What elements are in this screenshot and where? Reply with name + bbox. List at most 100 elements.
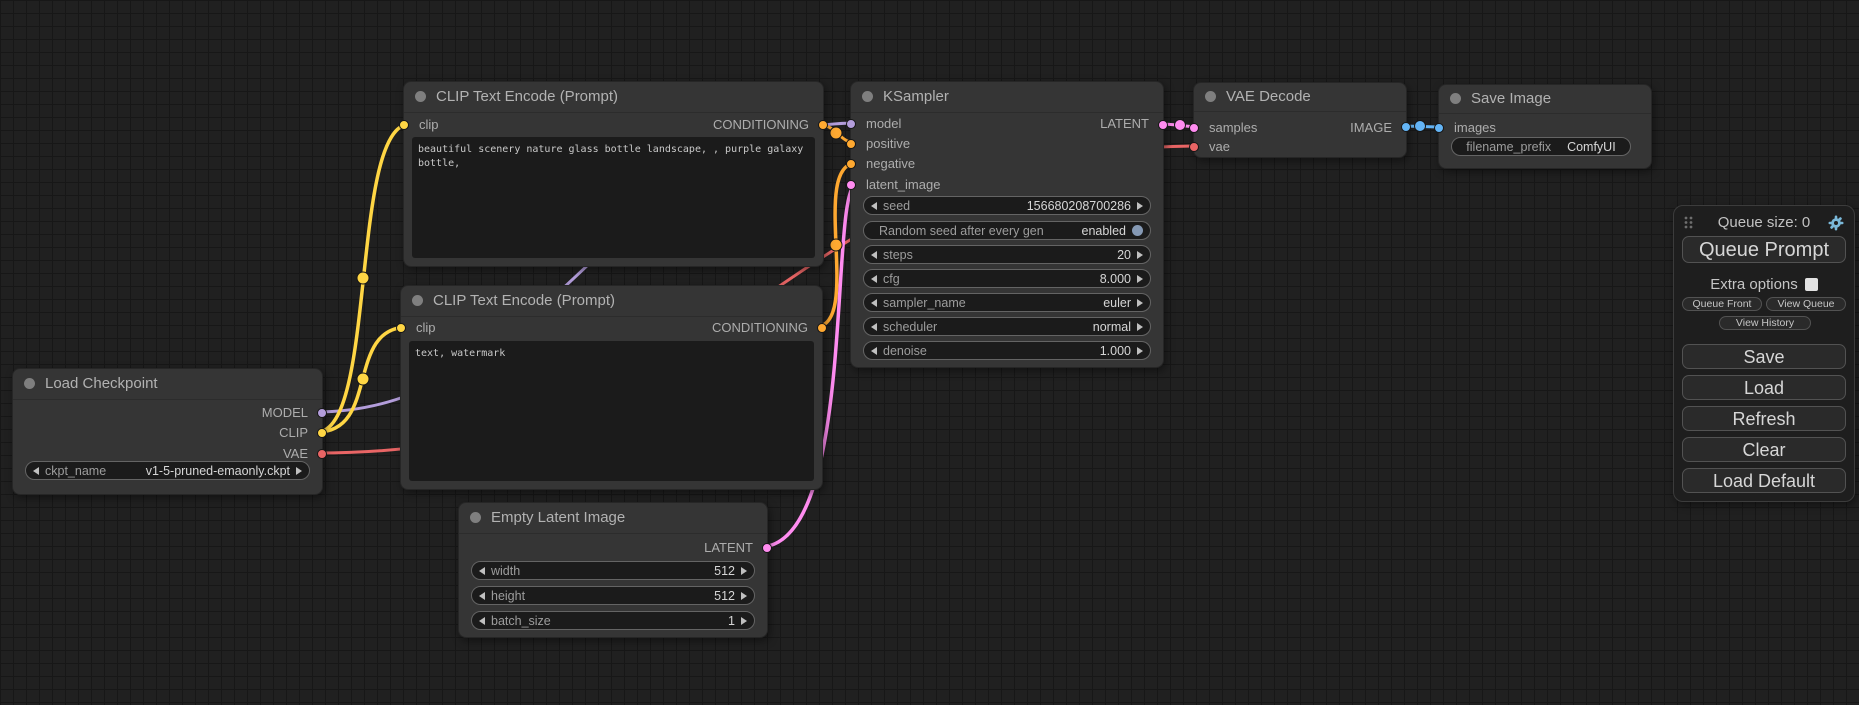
conditioning-output-slot[interactable]: [817, 323, 827, 333]
widget-label: width: [491, 564, 520, 578]
collapse-dot-icon[interactable]: [1450, 93, 1461, 104]
increment-arrow-icon[interactable]: [741, 617, 747, 625]
decrement-arrow-icon[interactable]: [871, 323, 877, 331]
height-widget[interactable]: height 512: [471, 586, 755, 605]
comfyui-canvas[interactable]: { "colors": { "model": "#b39ddb", "clip"…: [0, 0, 1859, 705]
decrement-arrow-icon[interactable]: [871, 202, 877, 210]
image-output-slot[interactable]: [1401, 122, 1411, 132]
decrement-arrow-icon[interactable]: [871, 299, 877, 307]
refresh-button[interactable]: Refresh: [1682, 406, 1846, 431]
collapse-dot-icon[interactable]: [1205, 91, 1216, 102]
denoise-widget[interactable]: denoise 1.000: [863, 341, 1151, 360]
slot-row: model LATENT: [851, 116, 1163, 132]
link-midpoint-dot: [1175, 120, 1186, 131]
collapse-dot-icon[interactable]: [24, 378, 35, 389]
node-header[interactable]: Save Image: [1439, 85, 1651, 114]
node-save-image[interactable]: Save Image images filename_prefix ComfyU…: [1438, 84, 1652, 169]
node-empty-latent-image[interactable]: Empty Latent Image LATENT width 512 heig…: [458, 502, 768, 638]
decrement-arrow-icon[interactable]: [479, 592, 485, 600]
load-button[interactable]: Load: [1682, 375, 1846, 400]
toggle-knob[interactable]: [1132, 225, 1143, 236]
queue-front-button[interactable]: Queue Front: [1682, 297, 1762, 311]
widget-label: batch_size: [491, 614, 551, 628]
decrement-arrow-icon[interactable]: [33, 467, 39, 475]
slot-row: samples IMAGE: [1194, 120, 1406, 136]
clear-button[interactable]: Clear: [1682, 437, 1846, 462]
node-header[interactable]: KSampler: [851, 82, 1163, 113]
increment-arrow-icon[interactable]: [1137, 299, 1143, 307]
decrement-arrow-icon[interactable]: [871, 251, 877, 259]
increment-arrow-icon[interactable]: [1137, 347, 1143, 355]
seed-widget[interactable]: seed 156680208700286: [863, 196, 1151, 215]
images-input-slot[interactable]: [1434, 123, 1444, 133]
increment-arrow-icon[interactable]: [296, 467, 302, 475]
model-input-slot[interactable]: [846, 119, 856, 129]
increment-arrow-icon[interactable]: [1137, 202, 1143, 210]
increment-arrow-icon[interactable]: [1137, 323, 1143, 331]
node-load-checkpoint[interactable]: Load Checkpoint MODEL CLIP VAE ckpt_name…: [12, 368, 323, 495]
samples-input-slot[interactable]: [1189, 123, 1199, 133]
latent-output-slot[interactable]: [762, 543, 772, 553]
increment-arrow-icon[interactable]: [1137, 251, 1143, 259]
scheduler-widget[interactable]: scheduler normal: [863, 317, 1151, 336]
node-clip-text-encode-positive[interactable]: CLIP Text Encode (Prompt) clip CONDITION…: [403, 81, 824, 267]
queue-prompt-button[interactable]: Queue Prompt: [1682, 236, 1846, 263]
steps-widget[interactable]: steps 20: [863, 245, 1151, 264]
node-header[interactable]: Load Checkpoint: [13, 369, 322, 400]
increment-arrow-icon[interactable]: [741, 567, 747, 575]
extra-options-row: Extra options: [1674, 276, 1854, 294]
collapse-dot-icon[interactable]: [470, 512, 481, 523]
link-midpoint-dot: [357, 272, 369, 284]
widget-value: 1.000: [1100, 344, 1131, 358]
vae-output-slot[interactable]: [317, 449, 327, 459]
ckpt-name-widget[interactable]: ckpt_name v1-5-pruned-emaonly.ckpt: [25, 461, 310, 480]
positive-prompt-textarea[interactable]: beautiful scenery nature glass bottle la…: [412, 137, 815, 258]
node-header[interactable]: Empty Latent Image: [459, 503, 767, 534]
node-title: Empty Latent Image: [491, 509, 625, 526]
collapse-dot-icon[interactable]: [412, 295, 423, 306]
width-widget[interactable]: width 512: [471, 561, 755, 580]
decrement-arrow-icon[interactable]: [479, 567, 485, 575]
extra-options-checkbox[interactable]: [1805, 278, 1818, 291]
load-default-button[interactable]: Load Default: [1682, 468, 1846, 493]
collapse-dot-icon[interactable]: [862, 91, 873, 102]
cfg-widget[interactable]: cfg 8.000: [863, 269, 1151, 288]
vae-input-slot[interactable]: [1189, 142, 1199, 152]
model-output-slot[interactable]: [317, 408, 327, 418]
clip-input-slot[interactable]: [399, 120, 409, 130]
widget-value: enabled: [1082, 224, 1127, 238]
decrement-arrow-icon[interactable]: [479, 617, 485, 625]
random-seed-toggle-widget[interactable]: Random seed after every gen enabled: [863, 221, 1151, 240]
increment-arrow-icon[interactable]: [741, 592, 747, 600]
increment-arrow-icon[interactable]: [1137, 275, 1143, 283]
node-header[interactable]: CLIP Text Encode (Prompt): [401, 286, 822, 317]
collapse-dot-icon[interactable]: [415, 91, 426, 102]
slot-row: positive: [851, 136, 1163, 152]
node-header[interactable]: VAE Decode: [1194, 83, 1406, 112]
node-ksampler[interactable]: KSampler model LATENT positive negative …: [850, 81, 1164, 368]
save-button[interactable]: Save: [1682, 344, 1846, 369]
clip-input-slot[interactable]: [396, 323, 406, 333]
widget-value: 8.000: [1100, 272, 1131, 286]
latent-image-input-slot[interactable]: [846, 180, 856, 190]
sampler-name-widget[interactable]: sampler_name euler: [863, 293, 1151, 312]
negative-input-slot[interactable]: [846, 159, 856, 169]
batch-size-widget[interactable]: batch_size 1: [471, 611, 755, 630]
conditioning-output-slot[interactable]: [818, 120, 828, 130]
gear-icon[interactable]: [1828, 215, 1844, 236]
decrement-arrow-icon[interactable]: [871, 347, 877, 355]
decrement-arrow-icon[interactable]: [871, 275, 877, 283]
node-vae-decode[interactable]: VAE Decode samples IMAGE vae: [1193, 82, 1407, 158]
view-history-button[interactable]: View History: [1719, 316, 1811, 330]
link-midpoint-dot: [830, 127, 842, 139]
clip-output-slot[interactable]: [317, 428, 327, 438]
input-label: clip: [416, 320, 436, 336]
node-header[interactable]: CLIP Text Encode (Prompt): [404, 82, 823, 113]
negative-prompt-textarea[interactable]: text, watermark: [409, 341, 814, 481]
latent-output-slot[interactable]: [1158, 120, 1168, 130]
view-queue-button[interactable]: View Queue: [1766, 297, 1846, 311]
node-clip-text-encode-negative[interactable]: CLIP Text Encode (Prompt) clip CONDITION…: [400, 285, 823, 490]
positive-input-slot[interactable]: [846, 139, 856, 149]
widget-label: seed: [883, 199, 910, 213]
filename-prefix-widget[interactable]: filename_prefix ComfyUI: [1451, 137, 1631, 156]
